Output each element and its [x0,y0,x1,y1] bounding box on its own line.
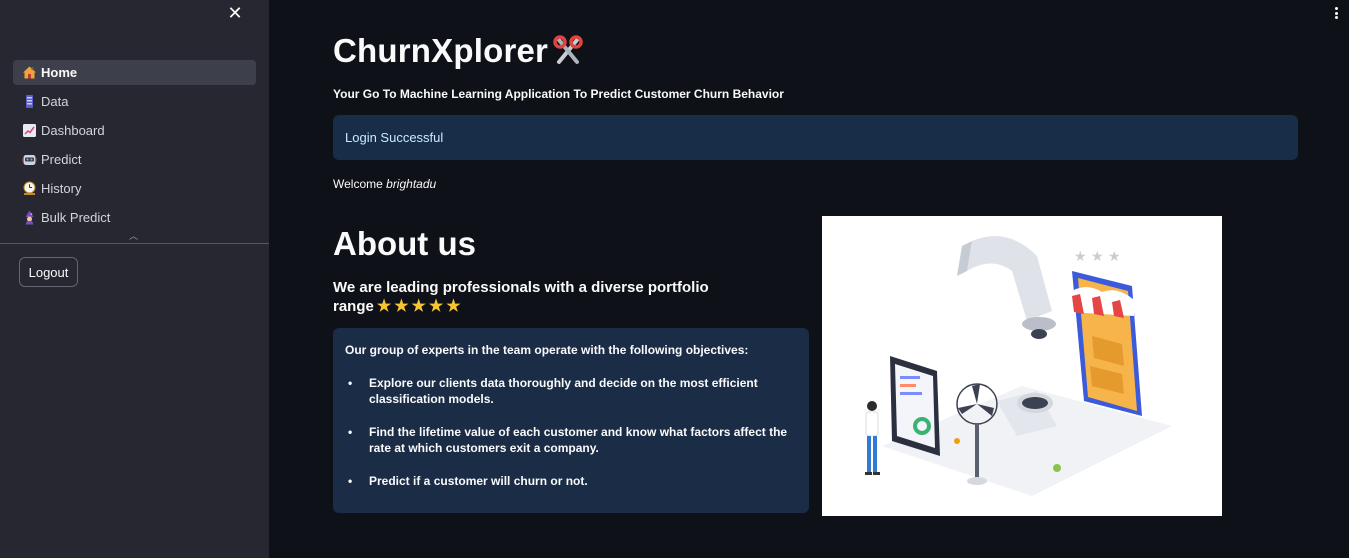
welcome-text: Welcome brightadu [333,177,436,191]
login-success-alert: Login Successful [333,115,1298,160]
star-icon: ★ [394,298,409,315]
star-icon: ★ [446,298,461,315]
username: brightadu [386,177,437,191]
robot-icon [22,152,37,167]
star-icon: ★ [428,298,444,315]
sidebar-nav: Home Data Dashboard Predict History Bulk… [13,60,256,234]
sidebar: ✕ Home Data Dashboard Predict History Bu… [0,0,269,558]
close-icon[interactable]: ✕ [226,4,244,22]
sidebar-item-label: Bulk Predict [41,210,111,225]
main-menu-icon[interactable] [1330,5,1342,21]
list-item: Predict if a customer will churn or not. [345,473,797,489]
sidebar-item-history[interactable]: History [13,176,256,201]
objectives-list: Explore our clients data thoroughly and … [345,375,797,489]
house-icon [22,65,37,80]
sidebar-item-label: Data [41,94,69,109]
star-icon: ★ [376,298,392,315]
sidebar-item-data[interactable]: Data [13,89,256,114]
page-title-text: ChurnXplorer [333,32,549,69]
alert-text: Login Successful [345,130,444,145]
sidebar-item-predict[interactable]: Predict [13,147,256,172]
star-icon: ★ [411,298,426,315]
list-item: Find the lifetime value of each customer… [345,424,797,456]
sidebar-item-home[interactable]: Home [13,60,256,85]
sidebar-item-label: History [41,181,82,196]
sidebar-item-label: Dashboard [41,123,105,138]
mage-icon [22,210,37,225]
page-subtitle: Your Go To Machine Learning Application … [333,87,784,101]
chart-icon [22,123,37,138]
clock-icon [22,181,37,196]
star-rating: ★ ★ ★ ★ ★ [374,297,461,316]
sidebar-item-label: Predict [41,152,82,167]
about-lead: We are leading professionals with a dive… [333,278,713,316]
list-item: Explore our clients data thoroughly and … [345,375,797,407]
sidebar-item-label: Home [41,65,78,80]
sidebar-divider [0,243,269,244]
about-heading: About us [333,225,476,262]
welcome-prefix: Welcome [333,177,383,191]
objectives-card: Our group of experts in the team operate… [333,328,809,513]
database-icon [22,94,37,109]
page-title: ChurnXplorer [333,32,585,70]
svg-text:★ ★ ★: ★ ★ ★ [1074,249,1121,265]
isometric-shop-illustration: ★ ★ ★ [822,216,1222,516]
sidebar-item-bulk-predict[interactable]: Bulk Predict [13,205,256,230]
collapse-nav-icon[interactable]: ︿ [129,229,138,242]
logout-button[interactable]: Logout [19,257,78,287]
scissors-icon [551,34,585,68]
objectives-intro: Our group of experts in the team operate… [345,343,749,357]
sidebar-item-dashboard[interactable]: Dashboard [13,118,256,143]
